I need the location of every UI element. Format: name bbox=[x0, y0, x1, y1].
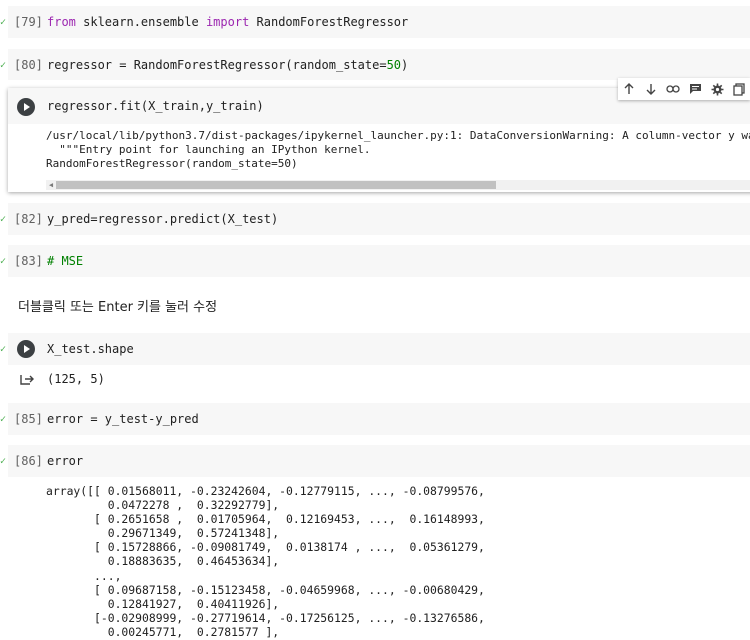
run-cell-button[interactable] bbox=[17, 340, 35, 358]
array-line: ..., bbox=[46, 568, 122, 583]
executed-check-icon: ✓ bbox=[0, 414, 7, 425]
module-name: sklearn.ensemble bbox=[75, 15, 206, 29]
code-text: ) bbox=[401, 58, 409, 72]
code-editor[interactable] bbox=[8, 445, 750, 477]
execution-count: [85] bbox=[14, 412, 43, 426]
array-line: [ 0.2651658 , 0.01705964, 0.12169453, ..… bbox=[46, 512, 485, 527]
horizontal-scrollbar[interactable]: ◀ bbox=[46, 180, 750, 190]
array-line: 0.0472278 , 0.32292779], bbox=[46, 498, 280, 513]
code-text: regressor = RandomForestRegressor(random… bbox=[47, 58, 387, 72]
array-output: array([[ 0.01568011, -0.23242604, -0.127… bbox=[46, 484, 485, 639]
code-comment[interactable]: # MSE bbox=[47, 254, 83, 268]
gear-icon[interactable] bbox=[706, 78, 728, 100]
keyword-import: import bbox=[205, 15, 250, 29]
output-line-2: """Entry point for launching an IPython … bbox=[46, 143, 371, 156]
number-literal: 50 bbox=[386, 58, 402, 72]
array-line: 0.29671349, 0.57241348], bbox=[46, 526, 280, 541]
array-line: 0.18883635, 0.46453634], bbox=[46, 554, 280, 569]
output-line-1: /usr/local/lib/python3.7/dist-packages/i… bbox=[46, 129, 750, 142]
code-cell-79[interactable]: ✓ [79] from sklearn.ensemble import Rand… bbox=[0, 6, 750, 38]
execution-count: [80] bbox=[14, 58, 43, 72]
code-line[interactable]: error bbox=[47, 454, 83, 468]
executed-check-icon: ✓ bbox=[0, 344, 7, 355]
executed-check-icon: ✓ bbox=[0, 456, 7, 467]
code-line[interactable]: regressor.fit(X_train,y_train) bbox=[47, 99, 264, 113]
code-cell-86[interactable]: ✓ [86] error bbox=[0, 445, 750, 477]
array-line: [-0.02908999, -0.27719614, -0.17256125, … bbox=[46, 610, 485, 625]
code-cell-85[interactable]: ✓ [85] error = y_test-y_pred bbox=[0, 403, 750, 435]
output-value: (125, 5) bbox=[47, 372, 105, 386]
array-line: 0.00245771, 0.2781577 ], bbox=[46, 624, 280, 639]
array-line: [ 0.09687158, -0.15123458, -0.04659968, … bbox=[46, 582, 485, 597]
active-code-cell[interactable]: regressor.fit(X_train,y_train) /usr/loca… bbox=[8, 88, 750, 192]
cell-toolbar bbox=[618, 78, 750, 100]
array-line: array([[ 0.01568011, -0.23242604, -0.127… bbox=[46, 484, 485, 498]
code-cell-80[interactable]: ✓ [80] regressor = RandomForestRegressor… bbox=[0, 49, 750, 80]
code-cell-84[interactable]: ✓ X_test.shape bbox=[0, 333, 750, 365]
copy-icon[interactable] bbox=[728, 78, 750, 100]
execution-count: [83] bbox=[14, 254, 43, 268]
code-line[interactable]: X_test.shape bbox=[47, 342, 134, 356]
executed-check-icon: ✓ bbox=[0, 17, 7, 28]
code-editor[interactable] bbox=[8, 245, 750, 277]
move-up-icon[interactable] bbox=[618, 78, 640, 100]
output-icon bbox=[20, 372, 34, 386]
code-line[interactable]: y_pred=regressor.predict(X_test) bbox=[47, 212, 278, 226]
code-line[interactable]: regressor = RandomForestRegressor(random… bbox=[47, 58, 408, 72]
code-line[interactable]: error = y_test-y_pred bbox=[47, 412, 199, 426]
code-line[interactable]: from sklearn.ensemble import RandomFores… bbox=[47, 15, 408, 29]
execution-count: [82] bbox=[14, 212, 43, 226]
notebook: ✓ [79] from sklearn.ensemble import Rand… bbox=[0, 0, 750, 640]
code-cell-83[interactable]: ✓ [83] # MSE bbox=[0, 245, 750, 277]
array-line: 0.12841927, 0.40411926], bbox=[46, 596, 280, 611]
comment-icon[interactable] bbox=[684, 78, 706, 100]
class-name: RandomForestRegressor bbox=[249, 15, 409, 29]
code-cell-82[interactable]: ✓ [82] y_pred=regressor.predict(X_test) bbox=[0, 203, 750, 235]
run-cell-button[interactable] bbox=[17, 98, 35, 116]
move-down-icon[interactable] bbox=[640, 78, 662, 100]
array-line: [ 0.15728866, -0.09081749, 0.0138174 , .… bbox=[46, 540, 485, 555]
text-cell-placeholder[interactable]: 더블클릭 또는 Enter 키를 눌러 수정 bbox=[18, 296, 217, 315]
keyword-from: from bbox=[47, 15, 76, 29]
executed-check-icon: ✓ bbox=[0, 214, 7, 225]
link-icon[interactable] bbox=[662, 78, 684, 100]
execution-count: [86] bbox=[14, 454, 43, 468]
output-line-3: RandomForestRegressor(random_state=50) bbox=[46, 157, 298, 170]
scrollbar-thumb[interactable] bbox=[56, 181, 496, 189]
execution-count: [79] bbox=[14, 15, 43, 29]
scroll-left-icon[interactable]: ◀ bbox=[46, 180, 56, 190]
executed-check-icon: ✓ bbox=[0, 256, 7, 267]
executed-check-icon: ✓ bbox=[0, 60, 7, 71]
